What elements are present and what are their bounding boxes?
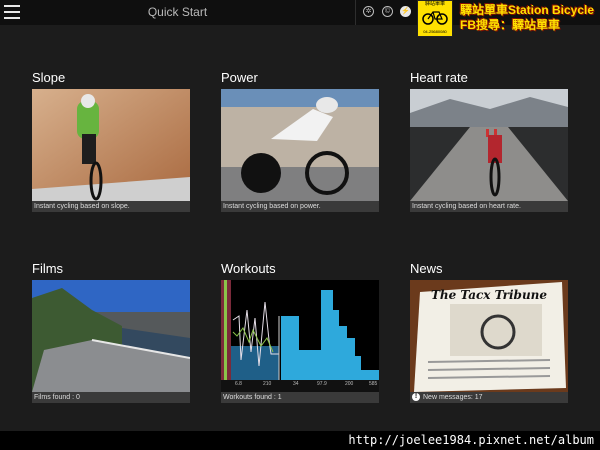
slope-image [32,89,190,201]
tile-caption: ! New messages: 17 [410,392,568,403]
tile-slope[interactable]: Slope Instant cycling based on slope. [32,71,190,212]
alert-icon: ! [412,393,420,402]
tile-caption: Instant cycling based on power. [221,201,379,212]
axis-tick: 210 [263,381,272,387]
tile-title: Slope [32,70,66,85]
tile-films[interactable]: Films Films found : 0 [32,262,190,403]
newspaper-title: The Tacx Tribune [430,288,548,302]
divider [355,0,356,25]
axis-tick: 97.9 [317,381,327,387]
bicycle-icon [422,11,448,25]
watermark-logo: 驛站單車 04-25680080 [417,0,453,37]
axis-tick: 200 [345,381,354,387]
tile-caption: Instant cycling based on heart rate. [410,201,568,212]
tile-title: Power [221,70,258,85]
tile-title: Heart rate [410,70,468,85]
copyright-icon[interactable]: © [382,6,393,17]
tile-power[interactable]: Power Instant cycling based on power. [221,71,379,212]
workouts-chart [221,280,379,392]
tile-caption: Films found : 0 [32,392,190,403]
page-title: Quick Start [147,5,208,19]
news-count: New messages: 17 [423,394,483,401]
axis-tick: 585 [369,381,378,387]
tile-title: Films [32,261,64,276]
axis-tick: 6.8 [235,381,242,387]
tile-caption: Workouts found : 1 [221,392,379,403]
tile-title: Workouts [221,261,276,276]
films-image [32,280,190,392]
tile-heart-rate[interactable]: Heart rate Instant cycling based on hear… [410,71,568,212]
heart-rate-image [410,89,568,201]
watermark-subtext: FB搜尋：驛站單車 [460,18,560,32]
axis-tick: 34 [293,381,299,387]
tile-workouts[interactable]: Workouts 6.8 210 34 97.9 200 585 Workout… [221,262,379,403]
tile-news[interactable]: News The Tacx Tribune ! New messages: 17 [410,262,568,403]
power-icon[interactable]: ⚡ [400,6,411,17]
workouts-axis: 6.8 210 34 97.9 200 585 [221,380,379,392]
footer-url: http://joelee1984.pixnet.net/album [348,433,594,447]
tile-title: News [410,261,443,276]
power-image [221,89,379,201]
tile-caption: Instant cycling based on slope. [32,201,190,212]
footer-bar: http://joelee1984.pixnet.net/album [0,431,600,450]
settings-icon[interactable]: ✲ [363,6,374,17]
